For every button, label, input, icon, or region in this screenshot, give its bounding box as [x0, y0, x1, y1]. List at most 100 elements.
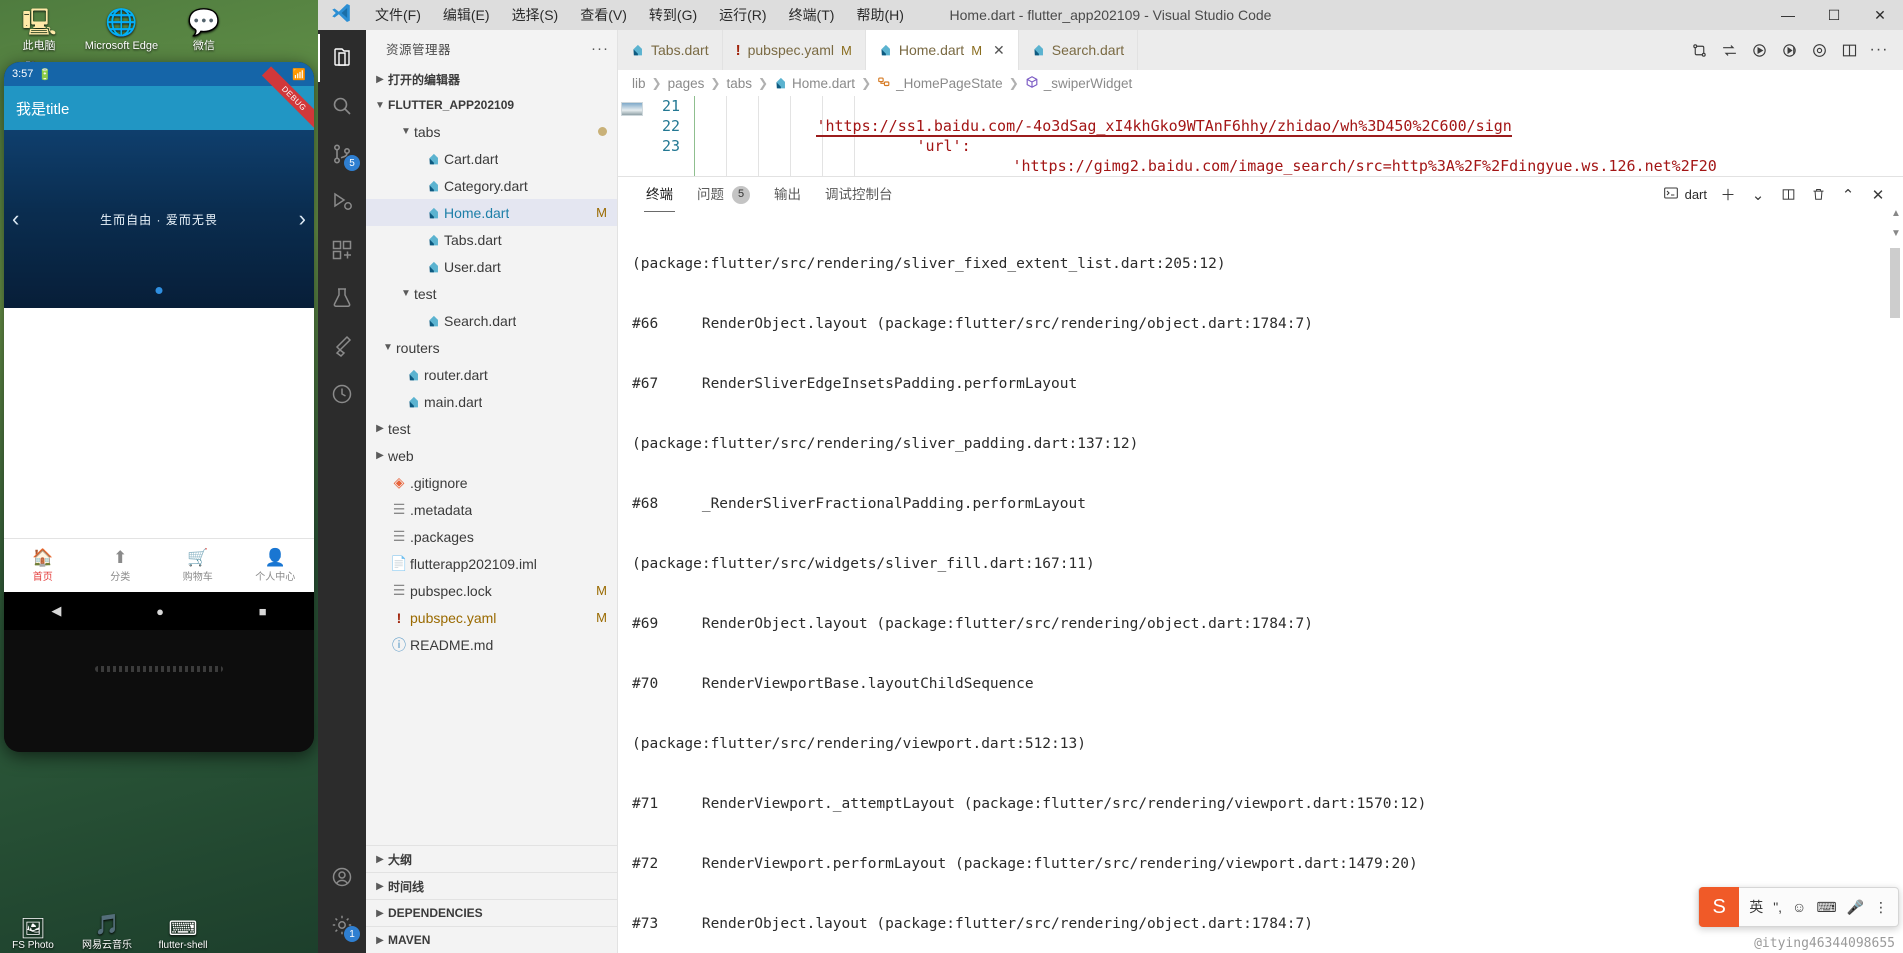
scroll-up-icon[interactable]: ▲	[1889, 208, 1903, 219]
swiper-pagination-dot[interactable]	[155, 287, 163, 294]
ime-language-indicator[interactable]: 英	[1749, 897, 1763, 917]
recents-icon[interactable]: ■	[259, 604, 267, 619]
close-panel-icon[interactable]: ✕	[1865, 182, 1891, 208]
tree-row-web-folder[interactable]: ▶ web	[366, 442, 617, 469]
debug-console-icon[interactable]	[1805, 36, 1833, 64]
breadcrumb-item-homepagestate[interactable]: _HomePageState	[877, 75, 1003, 92]
emulator-tab-user[interactable]: 👤 个人中心	[237, 548, 315, 583]
editor-vertical-scrollbar[interactable]: ▲ ▼	[1889, 100, 1903, 953]
run-and-debug-icon[interactable]	[1775, 36, 1803, 64]
menu-file[interactable]: 文件(F)	[364, 0, 432, 30]
activity-devtools[interactable]	[318, 370, 366, 418]
breadcrumb-item-home-dart[interactable]: Home.dart	[774, 76, 855, 91]
editor-tab-tabs-dart[interactable]: Tabs.dart	[618, 30, 723, 70]
split-terminal-icon[interactable]	[1775, 182, 1801, 208]
activity-settings[interactable]: 1	[318, 901, 366, 949]
tree-row-pubspec-yaml[interactable]: ! pubspec.yaml M	[366, 604, 617, 631]
ime-menu-icon[interactable]: ⋮	[1874, 899, 1888, 916]
swiper-next-arrow[interactable]: ›	[299, 208, 306, 230]
tree-row-test-folder[interactable]: ▶ test	[366, 415, 617, 442]
section-maven[interactable]: ▶ MAVEN	[366, 926, 617, 953]
desktop-icon-this-pc[interactable]: 🖳 此电脑	[0, 4, 78, 52]
editor-tab-search-dart[interactable]: Search.dart	[1018, 30, 1139, 70]
code-line-22[interactable]: 'url':	[690, 116, 1903, 155]
activity-search[interactable]	[318, 82, 366, 130]
breadcrumb-item-tabs[interactable]: tabs	[726, 76, 752, 91]
desktop-icon-wechat[interactable]: 💬 微信	[165, 4, 243, 52]
tree-row-router-dart[interactable]: router.dart	[366, 361, 617, 388]
tree-row-cart-dart[interactable]: Cart.dart	[366, 145, 617, 172]
back-icon[interactable]: ◀	[51, 603, 61, 619]
activity-source-control[interactable]: 5	[318, 130, 366, 178]
panel-tab-debug-console[interactable]: 调试控制台	[813, 177, 905, 212]
split-editor-icon[interactable]	[1835, 36, 1863, 64]
code-line-21[interactable]: 'https://ss1.baidu.com/-4o3dSag_xI4khGko…	[690, 96, 1903, 137]
editor-tab-home-dart[interactable]: Home.dart M ✕	[865, 30, 1019, 70]
source-control-compare-icon[interactable]	[1685, 36, 1713, 64]
tree-row-search-dart[interactable]: Search.dart	[366, 307, 617, 334]
toolbox-icon[interactable]: ⌨	[1816, 899, 1836, 916]
desktop-icon-edge[interactable]: 🌐 Microsoft Edge	[82, 4, 160, 52]
tree-row-tabs-dart[interactable]: Tabs.dart	[366, 226, 617, 253]
tree-row-routers[interactable]: ▼ routers	[366, 334, 617, 361]
breadcrumb-item-swiperwidget[interactable]: _swiperWidget	[1025, 75, 1132, 92]
section-project-root[interactable]: ▼ FLUTTER_APP202109	[366, 92, 617, 118]
breadcrumb-item-pages[interactable]: pages	[668, 76, 705, 91]
tree-row-pubspec-lock[interactable]: ☰ pubspec.lock M	[366, 577, 617, 604]
kill-terminal-icon[interactable]	[1805, 182, 1831, 208]
tree-row-iml[interactable]: 📄 flutterapp202109.iml	[366, 550, 617, 577]
taskbar-item-netease-music[interactable]: 🎵 网易云音乐	[76, 914, 138, 951]
menu-edit[interactable]: 编辑(E)	[432, 0, 501, 30]
activity-extensions[interactable]	[318, 226, 366, 274]
menu-help[interactable]: 帮助(H)	[845, 0, 914, 30]
panel-tab-problems[interactable]: 问题 5	[685, 177, 762, 212]
minimize-button[interactable]: —	[1765, 0, 1811, 30]
editor-tab-pubspec-yaml[interactable]: ! pubspec.yaml M	[722, 30, 866, 70]
tree-row-metadata[interactable]: ☰ .metadata	[366, 496, 617, 523]
voice-icon[interactable]: 🎤	[1847, 899, 1864, 916]
breadcrumb-item-lib[interactable]: lib	[632, 76, 646, 91]
menu-go[interactable]: 转到(G)	[638, 0, 708, 30]
taskbar-item-flutter-shell[interactable]: ⌨ flutter-shell	[152, 918, 214, 951]
section-outline[interactable]: ▶ 大纲	[366, 845, 617, 872]
activity-run-debug[interactable]	[318, 178, 366, 226]
section-open-editors[interactable]: ▶ 打开的编辑器	[366, 66, 617, 92]
taskbar-item-fsphoto[interactable]: 🖼 FS Photo	[2, 918, 64, 951]
code-content[interactable]: 'https://ss1.baidu.com/-4o3dSag_xI4khGko…	[690, 96, 1903, 176]
tree-row-readme[interactable]: ⓘ README.md	[366, 631, 617, 658]
emulator-tab-cart[interactable]: 🛒 购物车	[159, 548, 237, 583]
explorer-more-icon[interactable]: ···	[591, 40, 609, 57]
section-dependencies[interactable]: ▶ DEPENDENCIES	[366, 899, 617, 926]
tree-row-test-folder-inner[interactable]: ▼ test	[366, 280, 617, 307]
terminal-output[interactable]: (package:flutter/src/rendering/sliver_fi…	[618, 212, 1903, 953]
activity-explorer[interactable]	[318, 34, 366, 82]
terminal-selector[interactable]: dart	[1659, 185, 1711, 204]
activity-testing[interactable]	[318, 274, 366, 322]
menu-terminal[interactable]: 终端(T)	[778, 0, 846, 30]
run-icon[interactable]	[1745, 36, 1773, 64]
tree-row-main-dart[interactable]: main.dart	[366, 388, 617, 415]
more-actions-icon[interactable]: ···	[1865, 36, 1893, 64]
emoji-icon[interactable]: ☺	[1792, 899, 1806, 915]
activity-accounts[interactable]	[318, 853, 366, 901]
tree-row-packages[interactable]: ☰ .packages	[366, 523, 617, 550]
terminal-dropdown-icon[interactable]: ⌄	[1745, 182, 1771, 208]
maximize-panel-icon[interactable]: ⌃	[1835, 182, 1861, 208]
menu-run[interactable]: 运行(R)	[708, 0, 777, 30]
tab-close-icon[interactable]: ✕	[993, 42, 1005, 59]
panel-tab-output[interactable]: 输出	[762, 177, 813, 212]
menu-selection[interactable]: 选择(S)	[501, 0, 570, 30]
tree-row-gitignore[interactable]: ◈ .gitignore	[366, 469, 617, 496]
tree-row-home-dart[interactable]: Home.dart M	[366, 199, 617, 226]
menu-view[interactable]: 查看(V)	[569, 0, 638, 30]
tree-row-tabs[interactable]: ▼ tabs	[366, 118, 617, 145]
section-timeline[interactable]: ▶ 时间线	[366, 872, 617, 899]
activity-flutter[interactable]	[318, 322, 366, 370]
maximize-button[interactable]: ☐	[1811, 0, 1857, 30]
ime-punctuation-toggle[interactable]: ",	[1773, 899, 1782, 915]
emulator-tab-home[interactable]: 🏠 首页	[4, 548, 82, 583]
scroll-down-icon[interactable]: ▼	[1889, 228, 1903, 239]
panel-tab-terminal[interactable]: 终端	[634, 177, 685, 212]
tree-row-user-dart[interactable]: User.dart	[366, 253, 617, 280]
ime-toolbar[interactable]: S 英 ", ☺ ⌨ 🎤 ⋮	[1698, 887, 1899, 927]
